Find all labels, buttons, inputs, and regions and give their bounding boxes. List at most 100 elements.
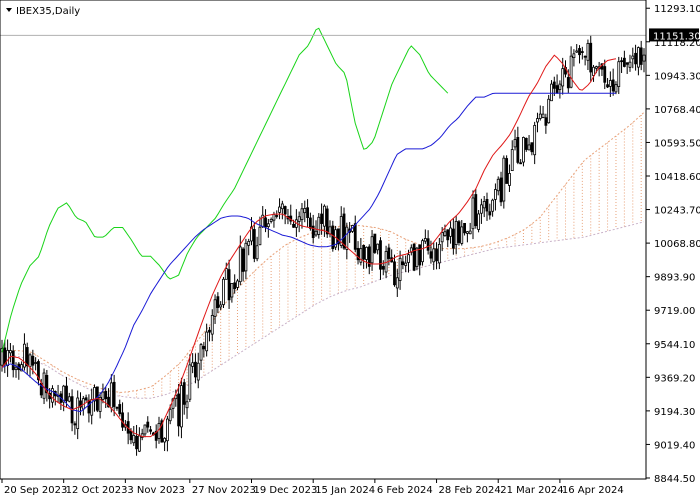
candle-body	[620, 60, 623, 63]
y-tick-label: 10593.50	[654, 138, 700, 149]
candle-body	[606, 84, 609, 88]
candle-body	[196, 362, 200, 381]
candle-body	[194, 361, 197, 378]
candle-body	[230, 283, 234, 298]
candle-body	[205, 331, 209, 352]
candle-body	[592, 66, 595, 76]
candle-body	[272, 213, 276, 221]
candle-body	[522, 137, 525, 163]
candle-body	[636, 47, 640, 68]
x-tick-label: 16 Apr 2024	[562, 485, 624, 496]
candle-body	[583, 55, 587, 58]
y-axis: 11293.1011118.2010943.3010768.4010593.50…	[646, 4, 700, 485]
x-tick-label: 6 Feb 2024	[377, 485, 433, 496]
candle-body	[474, 194, 478, 227]
candle-body	[468, 230, 472, 235]
candle-body	[238, 246, 242, 283]
candle-body	[634, 52, 637, 65]
candle-body	[252, 229, 256, 259]
candle-body	[432, 248, 436, 263]
candle-body	[379, 240, 382, 270]
candle-body	[494, 189, 497, 200]
candle-body	[188, 364, 192, 400]
candle-body	[423, 238, 427, 242]
candle-body	[51, 388, 54, 403]
x-tick-label: 12 Oct 2023	[66, 485, 128, 496]
candle-body	[129, 430, 133, 441]
candle-body	[580, 51, 584, 53]
y-tick-label: 9369.20	[654, 373, 695, 384]
candle-body	[325, 208, 329, 235]
candle-body	[376, 243, 380, 251]
candle-body	[292, 223, 295, 228]
candle-body	[418, 244, 422, 266]
candle-body	[163, 437, 167, 443]
candle-body	[446, 229, 450, 241]
symbol-header: IBEX35,Daily	[6, 6, 80, 17]
candle-body	[614, 84, 618, 93]
candle-body	[457, 221, 461, 243]
candle-body	[578, 48, 581, 56]
candle-body	[306, 207, 309, 218]
candle-body	[236, 280, 239, 288]
candle-body	[222, 278, 225, 305]
candle-body	[558, 83, 562, 90]
candle-body	[353, 223, 357, 250]
y-tick-label: 9194.30	[654, 407, 695, 418]
candle-body	[362, 245, 366, 260]
candle-body	[213, 299, 217, 317]
candle-body	[395, 277, 399, 289]
candle-body	[266, 223, 270, 228]
candle-body	[611, 79, 615, 92]
candle-body	[569, 55, 573, 88]
candle-body	[219, 304, 223, 308]
x-tick-label: 3 Nov 2023	[127, 485, 185, 496]
candle-body	[224, 268, 228, 280]
candle-body	[524, 137, 528, 150]
y-tick-label: 9019.40	[654, 440, 695, 451]
candle-body	[168, 408, 172, 422]
candle-body	[421, 240, 424, 263]
candle-body	[255, 245, 259, 260]
y-tick-label: 9893.90	[654, 273, 695, 284]
candle-body	[118, 404, 122, 415]
candle-body	[247, 241, 251, 246]
candle-body	[11, 350, 15, 371]
candle-body	[491, 199, 495, 212]
x-tick-label: 19 Dec 2023	[254, 485, 318, 496]
candle-body	[527, 144, 531, 151]
candle-body	[185, 401, 189, 409]
y-tick-label: 10243.70	[654, 206, 700, 217]
candle-body	[536, 118, 539, 123]
candle-body	[398, 257, 402, 281]
candle-body	[143, 424, 147, 435]
candle-body	[465, 231, 469, 234]
candle-body	[482, 201, 486, 209]
candle-body	[513, 139, 517, 148]
candle-body	[317, 216, 321, 235]
candle-body	[115, 406, 119, 409]
candle-body	[572, 53, 576, 58]
candle-body	[73, 423, 77, 426]
candle-body	[393, 261, 396, 286]
candle-body	[603, 66, 607, 83]
candle-body	[233, 282, 237, 290]
candle-body	[314, 230, 318, 236]
candle-body	[275, 215, 279, 217]
candle-body	[135, 435, 138, 450]
candle-body	[132, 435, 136, 444]
candle-body	[435, 248, 438, 262]
candle-body	[3, 347, 7, 365]
current-price-label: 11151.30	[653, 31, 700, 42]
candle-body	[373, 233, 377, 253]
candle-body	[449, 227, 452, 237]
candle-body	[112, 381, 116, 407]
candle-body	[308, 217, 312, 229]
candle-body	[210, 315, 214, 335]
candle-body	[14, 366, 18, 370]
y-tick-label: 10068.80	[654, 239, 700, 250]
candle-body	[561, 68, 565, 87]
candle-body	[454, 220, 458, 245]
candle-body	[244, 242, 248, 272]
candle-body	[516, 137, 520, 163]
